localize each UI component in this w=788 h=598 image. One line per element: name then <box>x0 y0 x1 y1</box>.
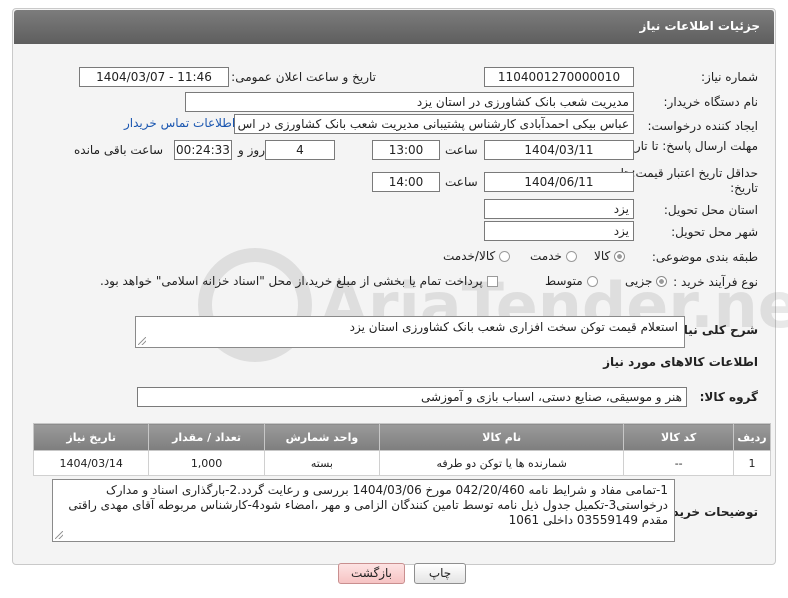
buyer-notes-textarea[interactable]: 1-تمامی مفاد و شرایط نامه 042/20/460 مور… <box>52 479 675 542</box>
creator-label: ایجاد کننده درخواست: <box>647 119 758 133</box>
days-label: روز و <box>238 143 265 157</box>
table-header-row: ردیف کد کالا نام کالا واحد شمارش تعداد /… <box>32 423 771 451</box>
process-label: نوع فرآیند خرید : <box>673 275 758 289</box>
print-button[interactable]: چاپ <box>414 563 466 584</box>
category-option-goods-service[interactable]: کالا/خدمت <box>443 249 511 263</box>
col-unit: واحد شمارش <box>263 423 381 451</box>
process-minor-radio[interactable] <box>656 276 668 287</box>
col-quantity: تعداد / مقدار <box>148 423 265 451</box>
deadline-time-field[interactable]: 13:00 <box>372 140 440 160</box>
category-goods-service-label: کالا/خدمت <box>443 249 496 263</box>
table-row[interactable]: 1 -- شمارنده ها یا توکن دو طرفه بسته 1,0… <box>32 450 771 476</box>
process-minor-label: جزیی <box>625 274 653 288</box>
days-field[interactable]: 4 <box>265 140 335 160</box>
cell-row-number: 1 <box>733 450 771 476</box>
city-label: شهر محل تحویل: <box>671 225 758 239</box>
notes-resize-grip-icon[interactable] <box>55 531 63 539</box>
price-validity-time-label: ساعت <box>445 175 478 189</box>
cell-unit: بسته <box>263 450 381 476</box>
announce-datetime-field[interactable]: 1404/03/07 - 11:46 <box>79 67 229 87</box>
city-field[interactable]: یزد <box>484 221 634 241</box>
resize-grip-icon[interactable] <box>138 337 146 345</box>
treasury-payment-checkbox[interactable] <box>486 276 498 287</box>
need-number-field[interactable]: 1104001270000010 <box>484 67 634 87</box>
province-field[interactable]: یزد <box>484 199 634 219</box>
remaining-time-field[interactable]: 00:24:33 <box>174 140 232 160</box>
cell-quantity: 1,000 <box>148 450 265 476</box>
deadline-date-field[interactable]: 1404/03/11 <box>484 140 634 160</box>
process-option-medium[interactable]: متوسط <box>545 274 598 288</box>
col-goods-code: کد کالا <box>623 423 735 451</box>
buyer-notes-text: 1-تمامی مفاد و شرایط نامه 042/20/460 مور… <box>68 483 668 527</box>
price-validity-time-field[interactable]: 14:00 <box>372 172 440 192</box>
process-medium-radio[interactable] <box>586 276 598 287</box>
goods-table: ردیف کد کالا نام کالا واحد شمارش تعداد /… <box>32 423 771 476</box>
province-label: استان محل تحویل: <box>663 203 758 217</box>
cell-goods-name: شمارنده ها یا توکن دو طرفه <box>379 450 625 476</box>
process-medium-label: متوسط <box>545 274 583 288</box>
buyer-org-field[interactable]: مدیریت شعب بانک کشاورزی در استان یزد <box>185 92 634 112</box>
category-goods-radio[interactable] <box>614 251 626 262</box>
category-option-service[interactable]: خدمت <box>530 249 577 263</box>
panel-header: جزئیات اطلاعات نیاز <box>14 10 774 44</box>
category-service-radio[interactable] <box>565 251 577 262</box>
cell-need-date: 1404/03/14 <box>32 450 150 476</box>
buyer-org-label: نام دستگاه خریدار: <box>663 95 759 109</box>
col-row-number: ردیف <box>733 423 771 451</box>
summary-textarea[interactable]: استعلام قیمت توکن سخت افزاری شعب بانک کش… <box>135 316 685 348</box>
category-goods-service-radio[interactable] <box>499 251 511 262</box>
treasury-payment-label: پرداخت تمام یا بخشی از مبلغ خرید،از محل … <box>100 274 483 288</box>
summary-text: استعلام قیمت توکن سخت افزاری شعب بانک کش… <box>349 320 678 334</box>
category-goods-label: کالا <box>594 249 611 263</box>
remaining-time-label: ساعت باقی مانده <box>74 143 164 157</box>
category-service-label: خدمت <box>530 249 562 263</box>
announce-label: تاریخ و ساعت اعلان عمومی: <box>231 70 376 84</box>
col-need-date: تاریخ نیاز <box>32 423 150 451</box>
price-validity-date-field[interactable]: 1404/06/11 <box>484 172 634 192</box>
process-option-minor[interactable]: جزیی <box>625 274 668 288</box>
goods-group-field[interactable]: هنر و موسیقی، صنایع دستی، اسباب بازی و آ… <box>137 387 687 407</box>
treasury-payment-option[interactable]: پرداخت تمام یا بخشی از مبلغ خرید،از محل … <box>100 274 498 288</box>
deadline-time-label: ساعت <box>445 143 478 157</box>
back-button[interactable]: بازگشت <box>338 563 405 584</box>
category-option-goods[interactable]: کالا <box>594 249 626 263</box>
col-goods-name: نام کالا <box>379 423 625 451</box>
creator-field[interactable]: عباس بیکی احمدآبادی کارشناس پشتیبانی مدی… <box>234 114 634 134</box>
buyer-contact-link[interactable]: اطلاعات تماس خریدار <box>124 116 235 130</box>
cell-goods-code: -- <box>623 450 735 476</box>
goods-group-label: گروه کالا: <box>699 390 758 404</box>
price-validity-label: حداقل تاریخ اعتبار قیمت: تا تاریخ: <box>620 166 758 195</box>
panel-title: جزئیات اطلاعات نیاز <box>639 19 760 33</box>
deadline-label: مهلت ارسال پاسخ: تا تاریخ: <box>619 139 758 153</box>
category-label: طبقه بندی موضوعی: <box>651 250 758 264</box>
need-number-label: شماره نیاز: <box>701 70 758 84</box>
goods-section-title: اطلاعات کالاهای مورد نیاز <box>603 355 758 369</box>
